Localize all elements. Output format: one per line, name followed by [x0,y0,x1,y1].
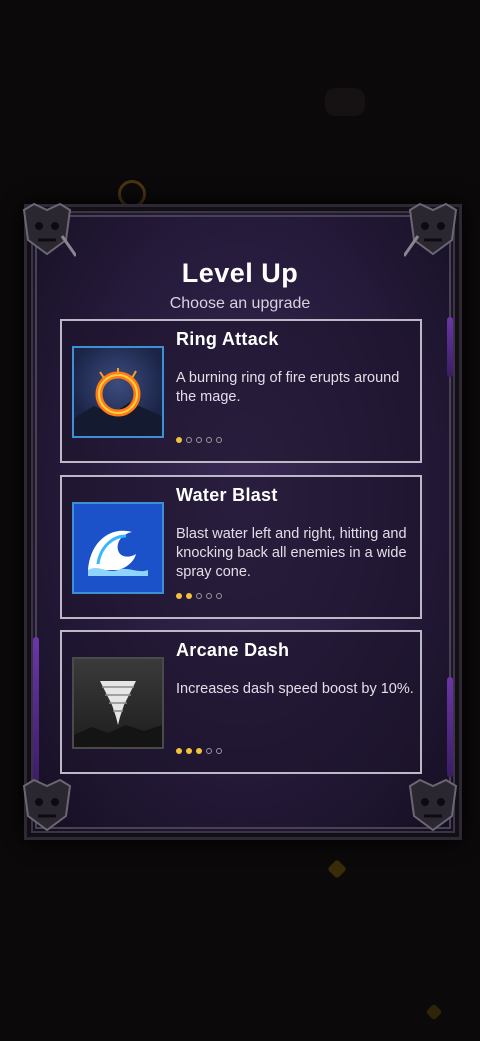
level-dot-filled [176,437,182,443]
upgrade-card-water-blast[interactable]: Water Blast Blast water left and right, … [60,475,422,619]
level-dot-empty [196,593,202,599]
level-dot-empty [216,593,222,599]
upgrade-name: Ring Attack [176,329,279,349]
panel-rune-right [447,677,453,777]
upgrade-card-ring-attack[interactable]: Ring Attack A burning ring of fire erupt… [60,319,422,463]
upgrade-description: Blast water left and right, hitting and … [176,526,407,580]
level-indicator [176,593,222,599]
upgrade-description: A burning ring of fire erupts around the… [176,370,400,405]
page-title: Level Up [181,258,299,288]
level-dot-filled [176,748,182,754]
upgrade-name: Arcane Dash [176,640,290,660]
level-indicator [176,748,222,754]
panel-rune-right [447,317,453,377]
level-dot-filled [186,748,192,754]
tornado-icon [72,657,164,749]
level-dot-empty [206,748,212,754]
upgrade-name: Water Blast [176,485,278,505]
background-spark [425,1003,443,1021]
fire-ring-icon [72,346,164,438]
water-wave-icon [72,502,164,594]
level-dot-filled [176,593,182,599]
background-emblem [325,88,365,116]
demon-skull-icon [22,778,72,832]
level-dot-empty [196,437,202,443]
level-dot-empty [216,748,222,754]
upgrade-card-arcane-dash[interactable]: Arcane Dash Increases dash speed boost b… [60,630,422,774]
panel-rune-left [33,637,39,787]
level-dot-empty [206,593,212,599]
level-dot-empty [216,437,222,443]
demon-skull-icon [408,778,458,832]
level-dot-empty [186,437,192,443]
background-spark [327,859,347,879]
page-subtitle: Choose an upgrade [169,295,311,312]
demon-skull-icon [22,202,76,257]
level-dot-empty [206,437,212,443]
demon-skull-icon [404,202,458,257]
level-dot-filled [196,748,202,754]
level-dot-filled [186,593,192,599]
level-indicator [176,437,222,443]
upgrade-description: Increases dash speed boost by 10%. [176,681,414,697]
